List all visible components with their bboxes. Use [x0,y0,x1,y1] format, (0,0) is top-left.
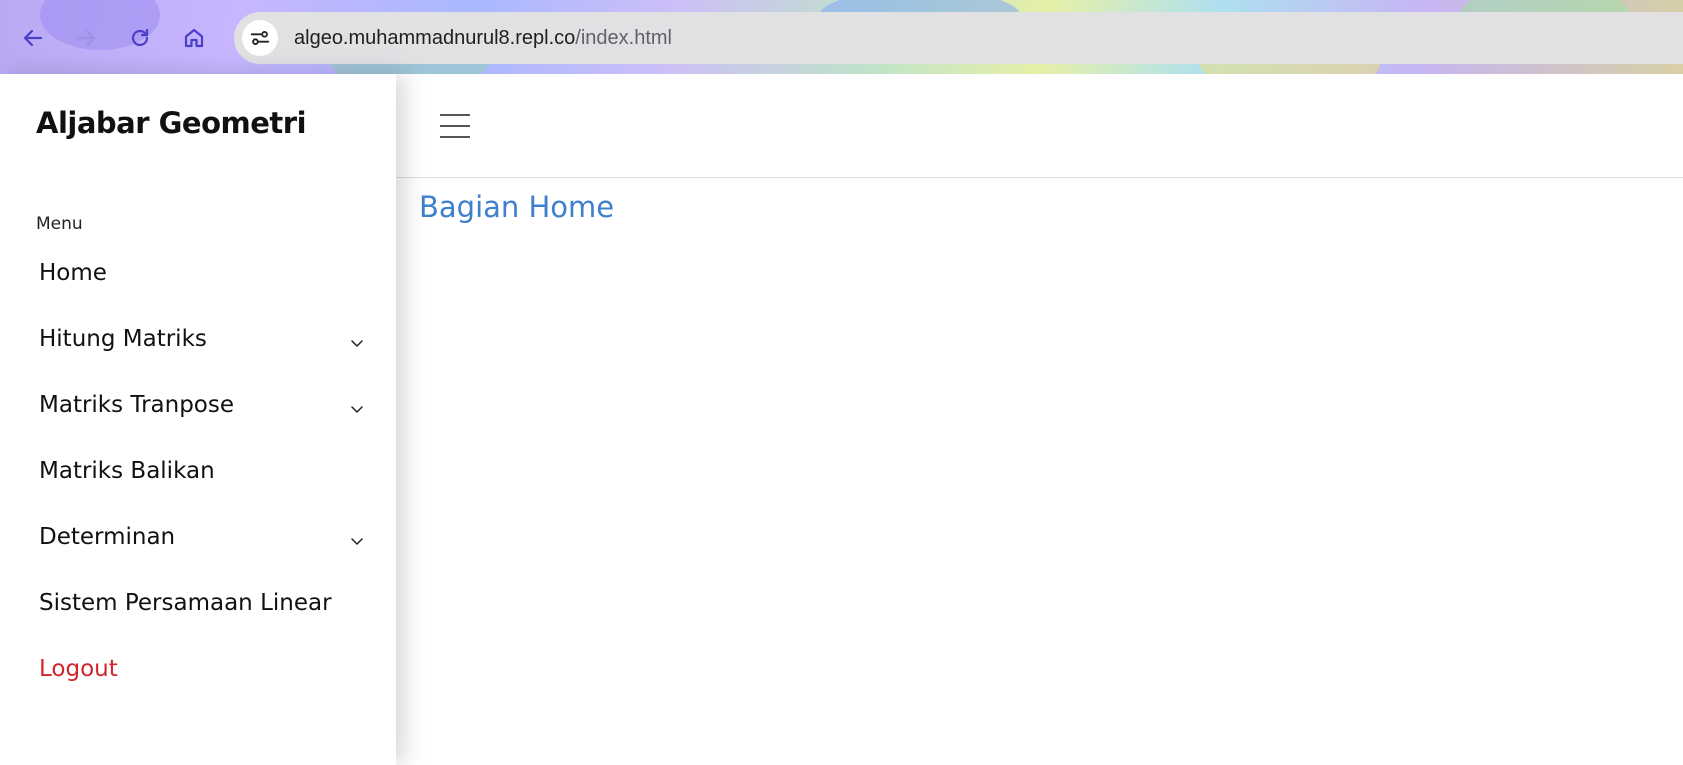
sidebar-item-matriks-tranpose[interactable]: Matriks Tranpose [0,372,396,438]
sidebar-item-matriks-balikan[interactable]: Matriks Balikan [0,438,396,504]
sidebar-toggle-button[interactable] [440,114,470,138]
sidebar-item-label: Matriks Tranpose [39,392,235,418]
sidebar-item-hitung-matriks[interactable]: Hitung Matriks [0,306,396,372]
url-text[interactable]: algeo.muhammadnurul8.repl.co/index.html [294,27,672,50]
hamburger-icon [440,114,470,116]
reload-icon [131,28,149,47]
chevron-down-icon [351,538,363,545]
site-info-icon [250,31,270,45]
url-host: algeo.muhammadnurul8.repl.co [294,26,576,49]
sidebar-item-label: Matriks Balikan [39,458,215,484]
home-icon [184,28,204,48]
reload-button[interactable] [120,18,160,58]
top-navbar [396,74,1683,178]
url-path: /index.html [575,26,672,49]
page-title: Bagian Home [419,190,615,224]
sidebar: Aljabar Geometri Menu Home Hitung Matrik… [0,74,396,765]
sidebar-item-label: Determinan [39,524,176,550]
address-bar[interactable]: algeo.muhammadnurul8.repl.co/index.html [234,12,1683,64]
sidebar-item-label: Hitung Matriks [39,326,207,352]
browser-toolbar: algeo.muhammadnurul8.repl.co/index.html [0,0,1683,74]
sidebar-item-home[interactable]: Home [0,240,396,306]
sidebar-item-label: Home [39,260,107,286]
chevron-down-icon [351,406,363,413]
sidebar-item-determinan[interactable]: Determinan [0,504,396,570]
brand-title[interactable]: Aljabar Geometri [36,106,307,140]
sidebar-item-label: Sistem Persamaan Linear [39,590,332,616]
menu-heading: Menu [36,214,83,234]
hamburger-icon [440,125,470,127]
home-button[interactable] [174,18,214,58]
back-icon [23,29,43,47]
sidebar-item-label: Logout [39,656,118,682]
sidebar-item-logout[interactable]: Logout [0,636,396,702]
main-content: Bagian Home [396,74,1683,765]
site-info-button[interactable] [242,20,278,56]
sidebar-menu: Home Hitung Matriks Matriks Tranpose Mat… [0,240,396,702]
forward-button[interactable] [66,18,106,58]
chevron-down-icon [351,340,363,347]
forward-icon [76,29,96,47]
hamburger-icon [440,136,470,138]
back-button[interactable] [13,18,53,58]
sidebar-item-sistem-persamaan-linear[interactable]: Sistem Persamaan Linear [0,570,396,636]
